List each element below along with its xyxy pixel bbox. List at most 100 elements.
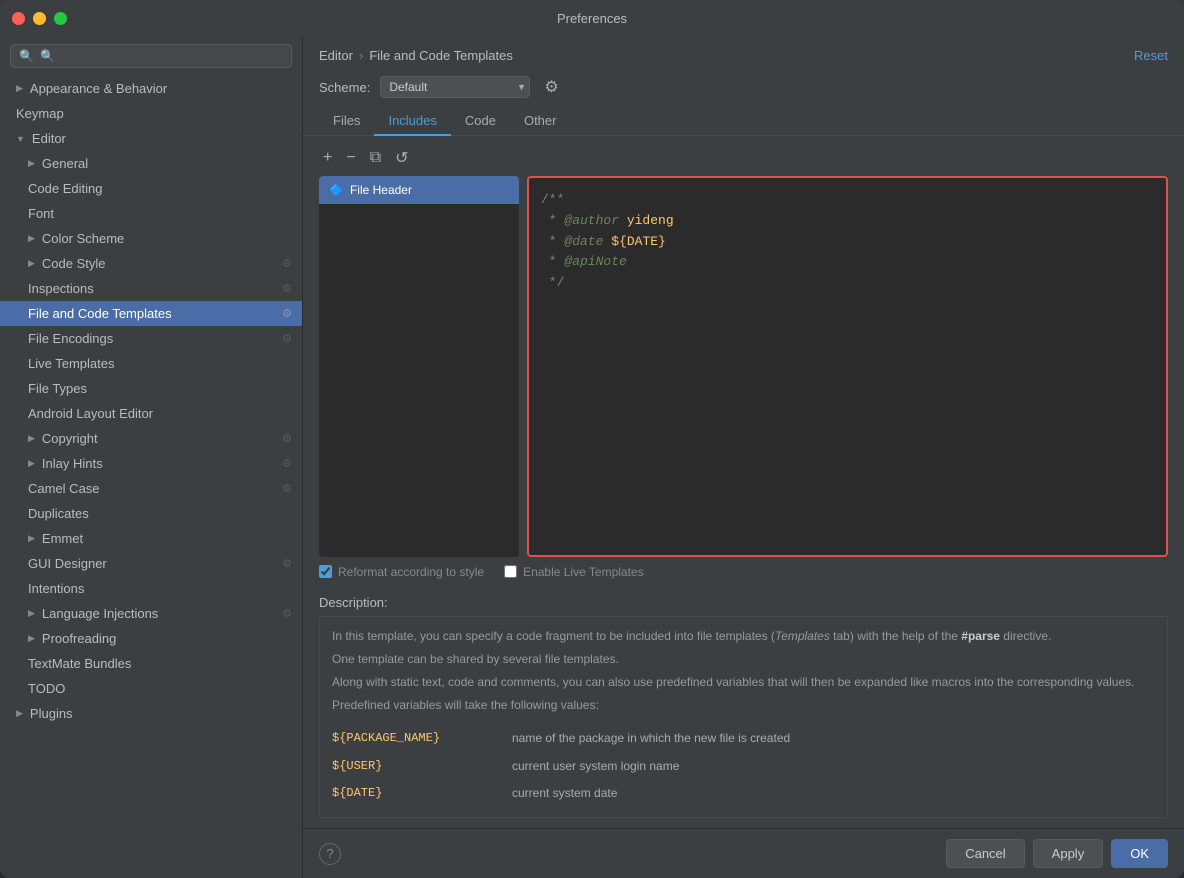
- help-button[interactable]: ?: [319, 843, 341, 865]
- sidebar-item-plugins[interactable]: ▶ Plugins: [0, 701, 302, 726]
- sidebar-item-code-editing[interactable]: Code Editing: [0, 176, 302, 201]
- sidebar-item-camel-case[interactable]: Camel Case ⚙: [0, 476, 302, 501]
- settings-icon: ⚙: [282, 457, 292, 470]
- variable-row: ${USER} current user system login name: [332, 753, 1155, 780]
- sidebar-item-textmate-bundles[interactable]: TextMate Bundles: [0, 651, 302, 676]
- expand-arrow: ▶: [28, 158, 35, 169]
- sidebar-item-label: Code Editing: [28, 181, 102, 196]
- sidebar-item-file-types[interactable]: File Types: [0, 376, 302, 401]
- description-line-2: One template can be shared by several fi…: [332, 650, 1155, 669]
- sidebar-item-label: Appearance & Behavior: [30, 81, 167, 96]
- sidebar-item-duplicates[interactable]: Duplicates: [0, 501, 302, 526]
- sidebar-item-file-encodings[interactable]: File Encodings ⚙: [0, 326, 302, 351]
- reset-button[interactable]: Reset: [1134, 48, 1168, 63]
- settings-icon: ⚙: [282, 257, 292, 270]
- sidebar-item-inspections[interactable]: Inspections ⚙: [0, 276, 302, 301]
- remove-template-button[interactable]: −: [342, 147, 359, 169]
- sidebar-item-code-style[interactable]: ▶ Code Style ⚙: [0, 251, 302, 276]
- sidebar-item-editor[interactable]: ▼ Editor: [0, 126, 302, 151]
- add-template-button[interactable]: +: [319, 147, 336, 169]
- sidebar-item-general[interactable]: ▶ General: [0, 151, 302, 176]
- sidebar-item-android-layout-editor[interactable]: Android Layout Editor: [0, 401, 302, 426]
- sidebar-item-file-and-code-templates[interactable]: File and Code Templates ⚙: [0, 301, 302, 326]
- sidebar-item-keymap[interactable]: Keymap: [0, 101, 302, 126]
- parse-bold: #parse: [961, 629, 1000, 643]
- close-button[interactable]: [12, 12, 25, 25]
- settings-icon: ⚙: [282, 482, 292, 495]
- sidebar-item-proofreading[interactable]: ▶ Proofreading: [0, 626, 302, 651]
- sidebar-item-font[interactable]: Font: [0, 201, 302, 226]
- live-templates-option: Enable Live Templates: [504, 565, 644, 579]
- cancel-button[interactable]: Cancel: [946, 839, 1024, 868]
- variable-row: ${DATE} current system date: [332, 780, 1155, 807]
- sidebar-item-label: Copyright: [42, 431, 98, 446]
- code-line-3: * @date ${DATE}: [541, 232, 1154, 253]
- sidebar-item-label: File Encodings: [28, 331, 113, 346]
- variable-name: ${PACKAGE_NAME}: [332, 725, 512, 752]
- live-templates-checkbox[interactable]: [504, 565, 517, 578]
- scheme-label: Scheme:: [319, 80, 370, 95]
- window-controls: [12, 12, 67, 25]
- breadcrumb: Editor › File and Code Templates: [319, 48, 513, 63]
- sidebar-item-inlay-hints[interactable]: ▶ Inlay Hints ⚙: [0, 451, 302, 476]
- sidebar-item-label: Inspections: [28, 281, 94, 296]
- description-box: In this template, you can specify a code…: [319, 616, 1168, 818]
- scheme-select[interactable]: Default Project: [380, 76, 530, 98]
- sidebar-item-language-injections[interactable]: ▶ Language Injections ⚙: [0, 601, 302, 626]
- tab-files[interactable]: Files: [319, 107, 374, 136]
- settings-icon: ⚙: [282, 557, 292, 570]
- sidebar-item-label: Color Scheme: [42, 231, 124, 246]
- search-input[interactable]: [40, 49, 283, 63]
- sidebar-item-label: Proofreading: [42, 631, 116, 646]
- variable-desc: name of the package in which the new fil…: [512, 725, 1155, 752]
- search-box[interactable]: 🔍: [10, 44, 292, 68]
- sidebar-item-label: Font: [28, 206, 54, 221]
- ok-button[interactable]: OK: [1111, 839, 1168, 868]
- apply-button[interactable]: Apply: [1033, 839, 1104, 868]
- window-title: Preferences: [557, 11, 627, 26]
- sidebar-item-label: TODO: [28, 681, 65, 696]
- sidebar-item-gui-designer[interactable]: GUI Designer ⚙: [0, 551, 302, 576]
- sidebar-item-color-scheme[interactable]: ▶ Color Scheme: [0, 226, 302, 251]
- titlebar: Preferences: [0, 0, 1184, 36]
- sidebar-item-intentions[interactable]: Intentions: [0, 576, 302, 601]
- sidebar-item-copyright[interactable]: ▶ Copyright ⚙: [0, 426, 302, 451]
- editor-split: 🔷 File Header /** * @author yideng * @da…: [319, 176, 1168, 557]
- breadcrumb-arrow: ›: [359, 48, 363, 63]
- expand-arrow: ▶: [28, 258, 35, 269]
- expand-arrow: ▶: [28, 533, 35, 544]
- settings-icon: ⚙: [282, 332, 292, 345]
- description-line-4: Predefined variables will take the follo…: [332, 696, 1155, 715]
- sidebar-item-label: General: [42, 156, 88, 171]
- code-line-2: * @author yideng: [541, 211, 1154, 232]
- file-header-item[interactable]: 🔷 File Header: [319, 176, 519, 204]
- tab-code[interactable]: Code: [451, 107, 510, 136]
- sidebar-item-label: Inlay Hints: [42, 456, 103, 471]
- code-editor[interactable]: /** * @author yideng * @date ${DATE} * @…: [527, 176, 1168, 557]
- reset-template-button[interactable]: ↺: [391, 146, 412, 170]
- variable-desc: current user system login name: [512, 753, 1155, 780]
- main-content: 🔍 ▶ Appearance & Behavior Keymap ▼ Edi: [0, 36, 1184, 878]
- settings-icon: ⚙: [282, 432, 292, 445]
- scheme-gear-button[interactable]: ⚙: [540, 75, 562, 99]
- expand-arrow: ▶: [28, 233, 35, 244]
- minimize-button[interactable]: [33, 12, 46, 25]
- scheme-select-wrap: Default Project: [380, 76, 530, 98]
- sidebar-item-label: File Types: [28, 381, 87, 396]
- tab-includes[interactable]: Includes: [374, 107, 450, 136]
- settings-icon: ⚙: [282, 307, 292, 320]
- sidebar-item-emmet[interactable]: ▶ Emmet: [0, 526, 302, 551]
- tab-other[interactable]: Other: [510, 107, 571, 136]
- variable-name: ${USER}: [332, 753, 512, 780]
- copy-template-button[interactable]: ⧉: [366, 147, 385, 169]
- reformat-checkbox[interactable]: [319, 565, 332, 578]
- sidebar-item-todo[interactable]: TODO: [0, 676, 302, 701]
- expand-arrow: ▶: [28, 608, 35, 619]
- sidebar-item-live-templates[interactable]: Live Templates: [0, 351, 302, 376]
- tabs-bar: Files Includes Code Other: [303, 107, 1184, 136]
- file-item-label: File Header: [350, 183, 412, 197]
- breadcrumb-parent: Editor: [319, 48, 353, 63]
- sidebar-item-appearance[interactable]: ▶ Appearance & Behavior: [0, 76, 302, 101]
- maximize-button[interactable]: [54, 12, 67, 25]
- footer-buttons: ? Cancel Apply OK: [303, 828, 1184, 878]
